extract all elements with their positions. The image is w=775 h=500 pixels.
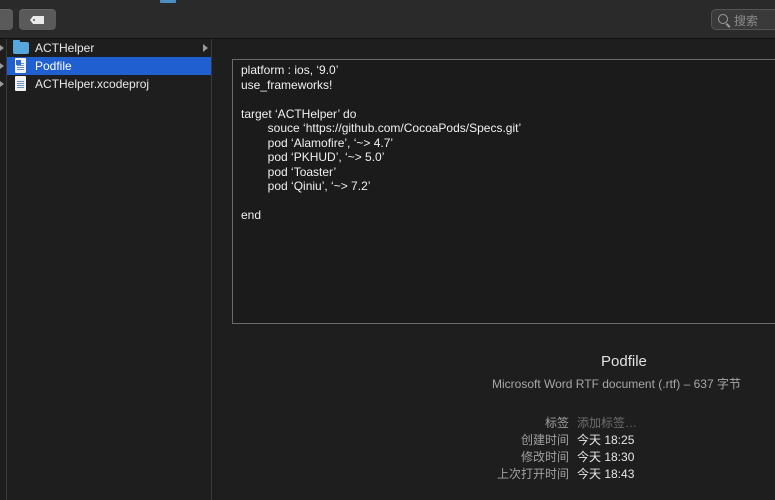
finder-toolbar: 搜索 xyxy=(0,0,775,39)
last-opened-value: 今天 18:43 xyxy=(577,467,635,481)
file-name: ACTHelper xyxy=(35,41,95,55)
last-opened-label: 上次打开时间 xyxy=(496,467,569,481)
preview-file-name: Podfile xyxy=(601,353,647,370)
file-row-acthelper[interactable]: ACTHelper xyxy=(7,39,211,57)
xcodeproj-document-icon xyxy=(15,76,26,91)
chevron-right-icon xyxy=(203,44,208,52)
disclosure-arrow-icon xyxy=(0,45,4,51)
rtf-document-icon xyxy=(15,58,26,73)
disclosure-arrow-icon xyxy=(0,63,4,69)
disclosure-arrow-icon xyxy=(0,81,4,87)
created-label: 创建时间 xyxy=(520,433,569,447)
file-row-xcodeproj[interactable]: ACTHelper.xcodeproj xyxy=(7,75,211,93)
search-placeholder: 搜索 xyxy=(734,14,759,28)
window-title-folder-icon xyxy=(160,0,176,3)
add-tags-field[interactable]: 添加标签… xyxy=(577,414,637,431)
modified-label: 修改时间 xyxy=(520,450,569,464)
view-options-button[interactable] xyxy=(0,9,13,30)
file-row-podfile[interactable]: Podfile xyxy=(7,57,211,75)
parent-column[interactable] xyxy=(0,39,7,500)
file-column: ACTHelper Podfile ACTHelper.xcodeproj xyxy=(7,39,212,500)
preview-file-kind: Microsoft Word RTF document (.rtf) – 637… xyxy=(492,377,741,391)
folder-icon xyxy=(13,40,29,54)
file-name: Podfile xyxy=(35,59,72,73)
search-field[interactable]: 搜索 xyxy=(711,9,775,30)
modified-value: 今天 18:30 xyxy=(577,450,635,464)
file-preview: platform : ios, ‘9.0’ use_frameworks! ta… xyxy=(232,59,775,324)
search-icon xyxy=(718,14,728,24)
tags-label: 标签 xyxy=(544,416,569,430)
file-name: ACTHelper.xcodeproj xyxy=(35,77,150,91)
tag-hole xyxy=(33,19,35,21)
created-value: 今天 18:25 xyxy=(577,433,635,447)
edit-tags-button[interactable] xyxy=(19,9,56,30)
preview-content: platform : ios, ‘9.0’ use_frameworks! ta… xyxy=(241,63,522,222)
